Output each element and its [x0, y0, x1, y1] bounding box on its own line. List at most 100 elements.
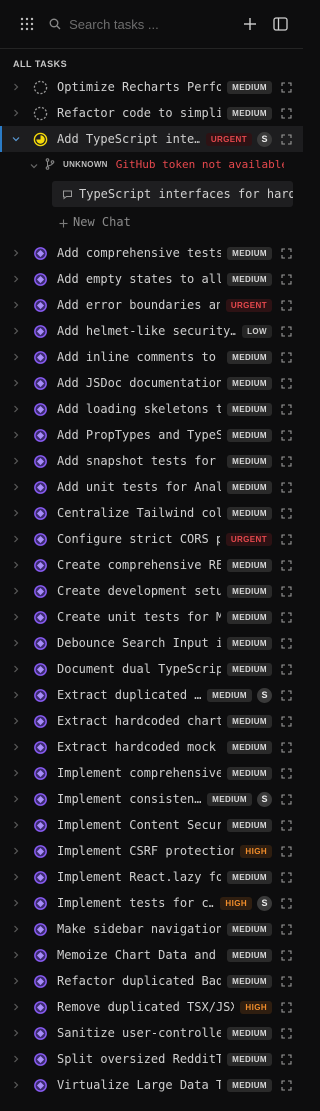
chevron-right-icon[interactable]: [12, 873, 22, 881]
chevron-right-icon[interactable]: [12, 83, 22, 91]
chevron-right-icon[interactable]: [12, 795, 22, 803]
expand-icon[interactable]: [278, 845, 294, 857]
todo-status-icon[interactable]: [32, 105, 48, 121]
task-row[interactable]: Add error boundaries an… URGENT: [0, 292, 303, 318]
task-row[interactable]: Add PropTypes and TypeS… MEDIUM: [0, 422, 303, 448]
task-row[interactable]: Remove duplicated TSX/JSX… HIGH: [0, 994, 303, 1020]
task-row[interactable]: Implement React.lazy fo… MEDIUM: [0, 864, 303, 890]
done-status-icon[interactable]: [32, 479, 48, 495]
expand-icon[interactable]: [278, 637, 294, 649]
expand-icon[interactable]: [278, 107, 294, 119]
task-row[interactable]: Add JSDoc documentation… MEDIUM: [0, 370, 303, 396]
chevron-right-icon[interactable]: [12, 899, 22, 907]
expand-icon[interactable]: [278, 507, 294, 519]
chevron-right-icon[interactable]: [12, 717, 22, 725]
chevron-right-icon[interactable]: [12, 587, 22, 595]
chevron-right-icon[interactable]: [12, 327, 22, 335]
done-status-icon[interactable]: [32, 583, 48, 599]
chevron-right-icon[interactable]: [12, 925, 22, 933]
task-row[interactable]: Extract duplicated … MEDIUM S: [0, 682, 303, 708]
done-status-icon[interactable]: [32, 245, 48, 261]
task-row[interactable]: Add empty states to all… MEDIUM: [0, 266, 303, 292]
chevron-right-icon[interactable]: [12, 509, 22, 517]
task-row[interactable]: Debounce Search Input i… MEDIUM: [0, 630, 303, 656]
chevron-right-icon[interactable]: [12, 951, 22, 959]
chevron-right-icon[interactable]: [12, 977, 22, 985]
expand-icon[interactable]: [278, 715, 294, 727]
expand-icon[interactable]: [278, 741, 294, 753]
expand-icon[interactable]: [278, 949, 294, 961]
expand-icon[interactable]: [278, 871, 294, 883]
done-status-icon[interactable]: [32, 557, 48, 573]
done-status-icon[interactable]: [32, 505, 48, 521]
done-status-icon[interactable]: [32, 869, 48, 885]
chevron-right-icon[interactable]: [12, 639, 22, 647]
chevron-right-icon[interactable]: [12, 691, 22, 699]
done-status-icon[interactable]: [32, 297, 48, 313]
done-status-icon[interactable]: [32, 427, 48, 443]
task-row[interactable]: Optimize Recharts Perfo… MEDIUM: [0, 74, 303, 100]
expand-icon[interactable]: [278, 689, 294, 701]
subtask-row[interactable]: UNKNOWN GitHub token not available for t…: [0, 152, 303, 176]
todo-status-icon[interactable]: [32, 79, 48, 95]
expand-icon[interactable]: [278, 429, 294, 441]
search-input[interactable]: [67, 15, 232, 33]
done-status-icon[interactable]: [32, 739, 48, 755]
expand-icon[interactable]: [278, 1001, 294, 1013]
done-status-icon[interactable]: [32, 895, 48, 911]
done-status-icon[interactable]: [32, 401, 48, 417]
in-progress-status-icon[interactable]: [32, 131, 48, 147]
add-task-button[interactable]: [237, 11, 262, 37]
chat-item[interactable]: TypeScript interfaces for hardc…: [52, 181, 293, 207]
chevron-right-icon[interactable]: [12, 743, 22, 751]
expand-icon[interactable]: [278, 273, 294, 285]
chevron-right-icon[interactable]: [12, 301, 22, 309]
done-status-icon[interactable]: [32, 453, 48, 469]
task-row[interactable]: Configure strict CORS p… URGENT: [0, 526, 303, 552]
chevron-right-icon[interactable]: [12, 847, 22, 855]
done-status-icon[interactable]: [32, 609, 48, 625]
chevron-right-icon[interactable]: [12, 1055, 22, 1063]
expand-icon[interactable]: [278, 819, 294, 831]
task-row[interactable]: Create unit tests for M… MEDIUM: [0, 604, 303, 630]
done-status-icon[interactable]: [32, 973, 48, 989]
expand-icon[interactable]: [278, 133, 294, 145]
chevron-right-icon[interactable]: [12, 821, 22, 829]
done-status-icon[interactable]: [32, 843, 48, 859]
apps-grid-icon[interactable]: [16, 13, 37, 35]
chevron-right-icon[interactable]: [12, 405, 22, 413]
expand-icon[interactable]: [278, 559, 294, 571]
done-status-icon[interactable]: [32, 999, 48, 1015]
expand-icon[interactable]: [278, 585, 294, 597]
chevron-right-icon[interactable]: [12, 431, 22, 439]
expand-icon[interactable]: [278, 793, 294, 805]
expand-icon[interactable]: [278, 975, 294, 987]
expand-icon[interactable]: [278, 351, 294, 363]
done-status-icon[interactable]: [32, 947, 48, 963]
chevron-right-icon[interactable]: [12, 109, 22, 117]
chevron-right-icon[interactable]: [12, 665, 22, 673]
task-row[interactable]: Create comprehensive RE… MEDIUM: [0, 552, 303, 578]
done-status-icon[interactable]: [32, 531, 48, 547]
expand-icon[interactable]: [278, 533, 294, 545]
expand-icon[interactable]: [278, 767, 294, 779]
done-status-icon[interactable]: [32, 791, 48, 807]
chevron-right-icon[interactable]: [12, 457, 22, 465]
done-status-icon[interactable]: [32, 635, 48, 651]
task-row[interactable]: Refactor duplicated Bad… MEDIUM: [0, 968, 303, 994]
chevron-down-icon[interactable]: [30, 155, 38, 174]
expand-icon[interactable]: [278, 1079, 294, 1091]
done-status-icon[interactable]: [32, 661, 48, 677]
expand-icon[interactable]: [278, 663, 294, 675]
expand-icon[interactable]: [278, 611, 294, 623]
expand-icon[interactable]: [278, 455, 294, 467]
task-row-active[interactable]: Add TypeScript inte… URGENT S: [0, 126, 303, 152]
done-status-icon[interactable]: [32, 1025, 48, 1041]
expand-icon[interactable]: [278, 403, 294, 415]
task-row[interactable]: Add snapshot tests for … MEDIUM: [0, 448, 303, 474]
done-status-icon[interactable]: [32, 687, 48, 703]
task-row[interactable]: Centralize Tailwind col… MEDIUM: [0, 500, 303, 526]
expand-icon[interactable]: [278, 481, 294, 493]
task-row[interactable]: Add loading skeletons t… MEDIUM: [0, 396, 303, 422]
chevron-right-icon[interactable]: [12, 561, 22, 569]
